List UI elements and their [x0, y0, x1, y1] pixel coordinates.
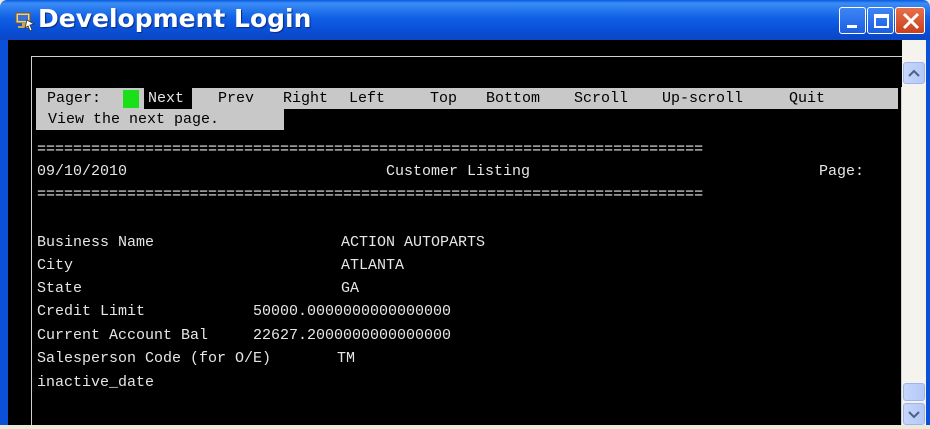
close-icon: [902, 12, 920, 30]
scroll-down-button[interactable]: [903, 403, 925, 425]
scroll-up-button[interactable]: [903, 62, 925, 84]
vertical-scrollbar[interactable]: [902, 40, 926, 425]
field-label: City: [37, 257, 74, 274]
window-frame-left: [0, 40, 8, 425]
report-date: 09/10/2010: [37, 163, 128, 180]
field-value: ACTION AUTOPARTS: [341, 234, 486, 251]
close-button[interactable]: [895, 7, 925, 34]
field-value: GA: [341, 280, 360, 297]
field-label: State: [37, 280, 83, 297]
pager-menu-bar: Pager: Next Prev Right Left Top Bottom S…: [36, 88, 898, 109]
minimize-button[interactable]: [839, 7, 866, 34]
text-cursor: [123, 90, 139, 108]
maximize-button[interactable]: [867, 7, 894, 34]
menu-item-bottom[interactable]: Bottom: [486, 89, 540, 108]
menu-item-quit[interactable]: Quit: [789, 89, 825, 108]
field-label: Credit Limit: [37, 303, 146, 320]
menu-hint: View the next page.: [36, 109, 284, 130]
chevron-up-icon: [908, 69, 920, 77]
menu-item-top[interactable]: Top: [430, 89, 457, 108]
window-frame-right: [926, 40, 930, 425]
page-label: Page:: [819, 163, 865, 180]
field-label: inactive_date: [37, 374, 155, 391]
minimize-icon: [847, 25, 857, 28]
menu-item-next[interactable]: Next: [144, 88, 192, 109]
field-value: TM: [337, 350, 356, 367]
terminal-console[interactable]: Pager: Next Prev Right Left Top Bottom S…: [8, 40, 902, 425]
maximize-icon: [874, 14, 889, 28]
scroll-thumb[interactable]: [903, 383, 925, 401]
app-icon: [15, 12, 36, 32]
frame-border-top: [31, 56, 902, 57]
menu-item-up-scroll[interactable]: Up-scroll: [662, 89, 743, 108]
rule-line-bottom: ========================================…: [37, 186, 704, 203]
menu-item-prev[interactable]: Prev: [218, 89, 254, 108]
field-label: Business Name: [37, 234, 155, 251]
rule-line-top: ========================================…: [37, 141, 704, 158]
field-label: Current Account Bal: [37, 327, 209, 344]
field-label: Salesperson Code (for O/E): [37, 350, 272, 367]
pager-label: Pager:: [47, 90, 102, 107]
menu-item-scroll[interactable]: Scroll: [574, 89, 628, 108]
menu-item-left[interactable]: Left: [349, 89, 385, 108]
menu-item-right[interactable]: Right: [283, 89, 328, 108]
title-bar: Development Login: [0, 0, 930, 40]
field-value: ATLANTA: [341, 257, 405, 274]
field-value: 50000.0000000000000000: [253, 303, 452, 320]
chevron-down-icon: [908, 411, 920, 419]
field-value: 22627.2000000000000000: [253, 327, 452, 344]
report-title: Customer Listing: [386, 163, 531, 180]
frame-border-left: [31, 56, 32, 425]
window-title: Development Login: [38, 4, 312, 33]
